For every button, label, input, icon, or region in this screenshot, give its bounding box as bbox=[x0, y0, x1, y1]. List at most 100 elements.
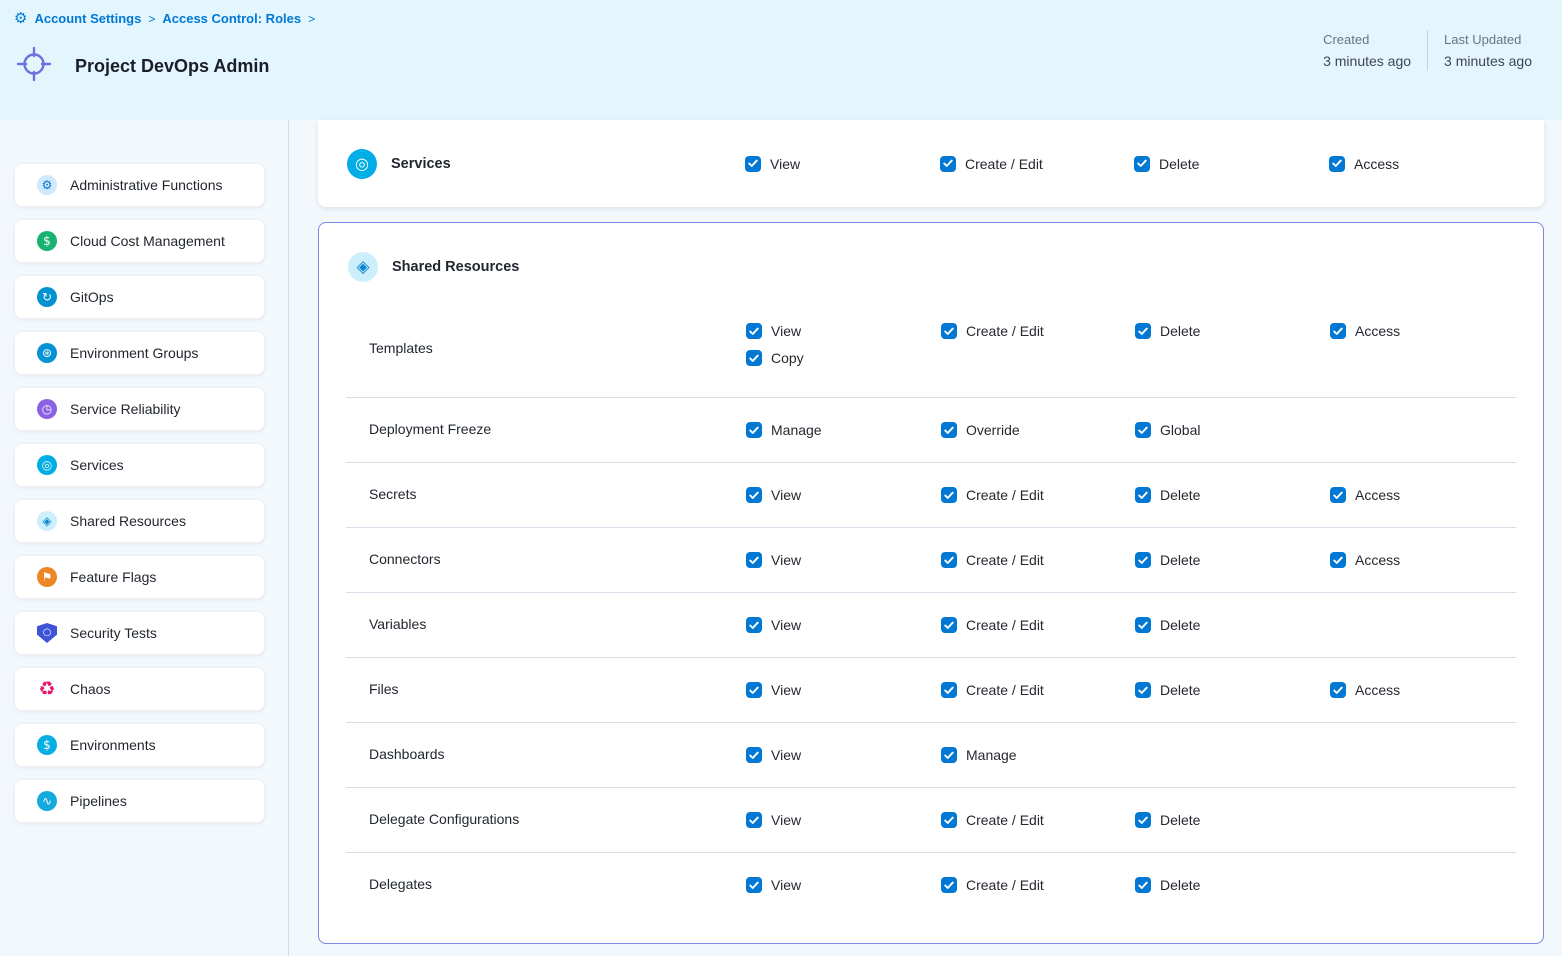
breadcrumb-account-settings[interactable]: Account Settings bbox=[34, 11, 141, 26]
permission-checkbox[interactable]: View bbox=[746, 487, 941, 503]
permission-checkbox[interactable]: Access bbox=[1330, 487, 1543, 503]
sidebar-item-feature-flags[interactable]: ⚑ Feature Flags bbox=[14, 555, 265, 599]
permission-label: Manage bbox=[771, 422, 822, 438]
permission-label: Delete bbox=[1160, 617, 1200, 633]
checkbox-checked-icon[interactable] bbox=[941, 323, 957, 339]
permission-checkbox[interactable]: Access bbox=[1330, 682, 1543, 698]
resource-permission-row: Templates View Copy Create / Edit Delete… bbox=[319, 301, 1543, 397]
permission-label: Create / Edit bbox=[966, 617, 1044, 633]
checkbox-checked-icon[interactable] bbox=[746, 323, 762, 339]
permission-checkbox[interactable]: Access bbox=[1330, 323, 1543, 339]
checkbox-checked-icon[interactable] bbox=[746, 350, 762, 366]
sidebar-item-administrative-functions[interactable]: ⚙ Administrative Functions bbox=[14, 163, 265, 207]
checkbox-checked-icon[interactable] bbox=[941, 487, 957, 503]
checkbox-checked-icon[interactable] bbox=[746, 877, 762, 893]
permission-checkbox[interactable]: Manage bbox=[746, 422, 941, 438]
checkbox-checked-icon[interactable] bbox=[941, 552, 957, 568]
gear-icon: ⚙ bbox=[37, 175, 57, 195]
permission-checkbox[interactable]: Delete bbox=[1135, 323, 1330, 339]
breadcrumb-access-control-roles[interactable]: Access Control: Roles bbox=[162, 11, 301, 26]
section-title-services: Services bbox=[391, 156, 451, 172]
checkbox-checked-icon[interactable] bbox=[941, 617, 957, 633]
checkbox-checked-icon[interactable] bbox=[1330, 682, 1346, 698]
checkbox-checked-icon[interactable] bbox=[941, 877, 957, 893]
checkbox-checked-icon[interactable] bbox=[746, 682, 762, 698]
checkbox-checked-icon[interactable] bbox=[1135, 617, 1151, 633]
checkbox-checked-icon[interactable] bbox=[940, 156, 956, 172]
sidebar-item-label: Cloud Cost Management bbox=[70, 233, 225, 249]
permission-checkbox[interactable]: View bbox=[746, 812, 941, 828]
checkbox-checked-icon[interactable] bbox=[746, 487, 762, 503]
permission-checkbox[interactable]: Override bbox=[941, 422, 1135, 438]
permission-col: Delete bbox=[1135, 552, 1330, 568]
permission-label: Create / Edit bbox=[966, 487, 1044, 503]
permission-checkbox[interactable]: Delete bbox=[1135, 487, 1330, 503]
checkbox-checked-icon[interactable] bbox=[941, 812, 957, 828]
checkbox-checked-icon[interactable] bbox=[746, 617, 762, 633]
checkbox-checked-icon[interactable] bbox=[1330, 487, 1346, 503]
checkbox-checked-icon[interactable] bbox=[941, 682, 957, 698]
checkbox-checked-icon[interactable] bbox=[1135, 812, 1151, 828]
permission-checkbox[interactable]: Create / Edit bbox=[941, 877, 1135, 893]
sidebar-item-environments[interactable]: $ Environments bbox=[14, 723, 265, 767]
permission-checkbox[interactable]: Delete bbox=[1135, 682, 1330, 698]
sidebar-item-cloud-cost-management[interactable]: $ Cloud Cost Management bbox=[14, 219, 265, 263]
checkbox-checked-icon[interactable] bbox=[941, 747, 957, 763]
checkbox-checked-icon[interactable] bbox=[1329, 156, 1345, 172]
permission-checkbox[interactable]: Delete bbox=[1135, 877, 1330, 893]
sidebar-item-service-reliability[interactable]: ◷ Service Reliability bbox=[14, 387, 265, 431]
checkbox-checked-icon[interactable] bbox=[745, 156, 761, 172]
permission-checkbox[interactable]: Create / Edit bbox=[941, 487, 1135, 503]
permission-checkbox[interactable]: Create / Edit bbox=[941, 812, 1135, 828]
sidebar-item-label: Chaos bbox=[70, 681, 110, 697]
permission-checkbox[interactable]: View bbox=[746, 682, 941, 698]
checkbox-checked-icon[interactable] bbox=[1134, 156, 1150, 172]
permission-checkbox[interactable]: View bbox=[745, 156, 940, 172]
checkbox-checked-icon[interactable] bbox=[1135, 422, 1151, 438]
permission-checkbox[interactable]: Create / Edit bbox=[941, 552, 1135, 568]
permission-label: Create / Edit bbox=[965, 156, 1043, 172]
permission-checkbox[interactable]: View bbox=[746, 617, 941, 633]
permission-checkbox[interactable]: Manage bbox=[941, 747, 1135, 763]
breadcrumb-separator: > bbox=[308, 12, 315, 26]
checkbox-checked-icon[interactable] bbox=[1135, 682, 1151, 698]
shared-resources-icon: ◈ bbox=[37, 511, 57, 531]
permission-col: View bbox=[746, 487, 941, 503]
permission-checkbox[interactable]: Global bbox=[1135, 422, 1330, 438]
checkbox-checked-icon[interactable] bbox=[1135, 552, 1151, 568]
permission-checkbox[interactable]: View bbox=[746, 877, 941, 893]
checkbox-checked-icon[interactable] bbox=[1330, 323, 1346, 339]
sidebar-item-gitops[interactable]: ↻ GitOps bbox=[14, 275, 265, 319]
permission-checkbox[interactable]: Create / Edit bbox=[941, 617, 1135, 633]
permission-checkbox[interactable]: Delete bbox=[1135, 552, 1330, 568]
checkbox-checked-icon[interactable] bbox=[746, 812, 762, 828]
sidebar-item-shared-resources[interactable]: ◈ Shared Resources bbox=[14, 499, 265, 543]
checkbox-checked-icon[interactable] bbox=[941, 422, 957, 438]
sidebar-item-environment-groups[interactable]: ⊛ Environment Groups bbox=[14, 331, 265, 375]
permission-checkbox[interactable]: View bbox=[746, 552, 941, 568]
permission-checkbox[interactable]: Delete bbox=[1135, 812, 1330, 828]
sidebar-item-services[interactable]: ◎ Services bbox=[14, 443, 265, 487]
checkbox-checked-icon[interactable] bbox=[1135, 487, 1151, 503]
permission-checkbox[interactable]: Create / Edit bbox=[940, 156, 1134, 172]
checkbox-checked-icon[interactable] bbox=[1135, 323, 1151, 339]
permission-label: Delete bbox=[1160, 487, 1200, 503]
checkbox-checked-icon[interactable] bbox=[746, 552, 762, 568]
services-permission-col: Access bbox=[1329, 156, 1544, 172]
permission-checkbox[interactable]: Delete bbox=[1135, 617, 1330, 633]
sidebar-item-security-tests[interactable]: ○ Security Tests bbox=[14, 611, 265, 655]
checkbox-checked-icon[interactable] bbox=[746, 747, 762, 763]
sidebar-item-pipelines[interactable]: ∿ Pipelines bbox=[14, 779, 265, 823]
permission-checkbox[interactable]: Create / Edit bbox=[941, 323, 1135, 339]
permission-checkbox[interactable]: Create / Edit bbox=[941, 682, 1135, 698]
sidebar-item-chaos[interactable]: ♻ Chaos bbox=[14, 667, 265, 711]
permission-checkbox[interactable]: View bbox=[746, 747, 941, 763]
permission-checkbox[interactable]: Delete bbox=[1134, 156, 1329, 172]
checkbox-checked-icon[interactable] bbox=[746, 422, 762, 438]
permission-checkbox[interactable]: Access bbox=[1330, 552, 1543, 568]
checkbox-checked-icon[interactable] bbox=[1330, 552, 1346, 568]
permission-checkbox[interactable]: Access bbox=[1329, 156, 1544, 172]
checkbox-checked-icon[interactable] bbox=[1135, 877, 1151, 893]
permission-checkbox[interactable]: Copy bbox=[746, 350, 941, 366]
permission-checkbox[interactable]: View bbox=[746, 323, 941, 339]
